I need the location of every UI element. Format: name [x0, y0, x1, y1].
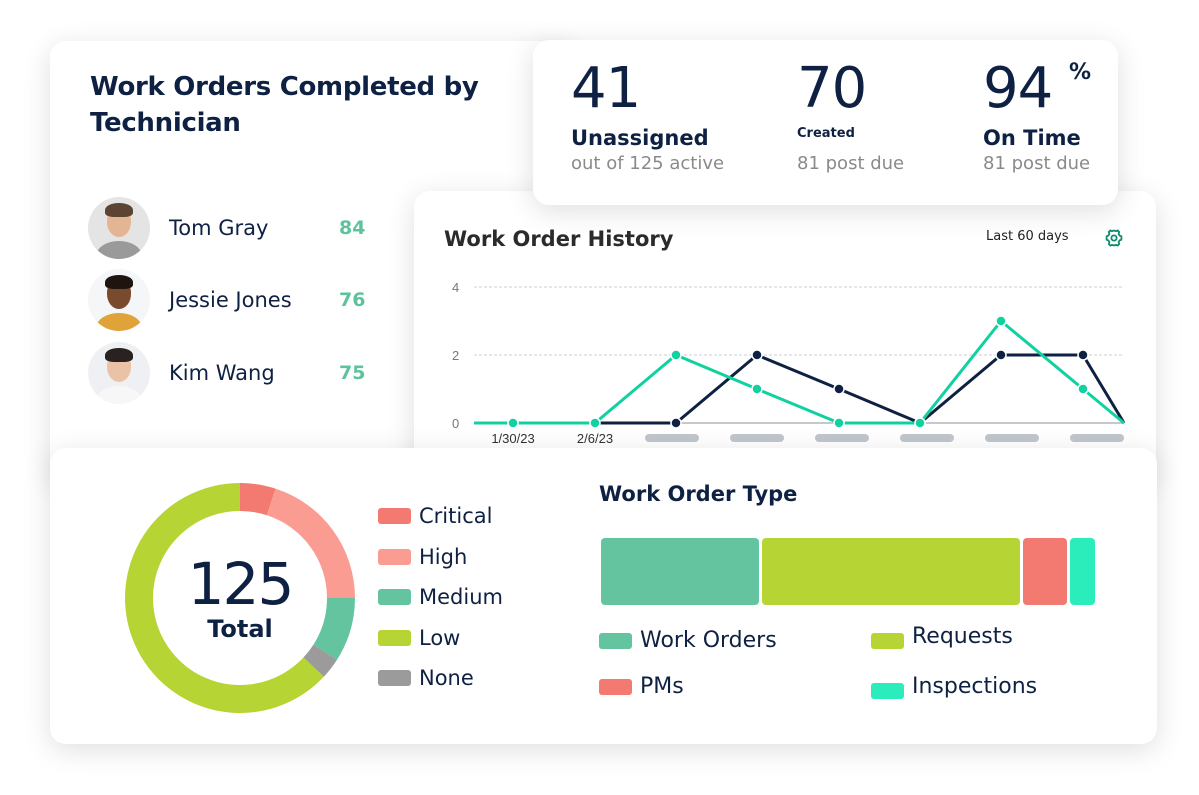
legend-label: None: [419, 666, 474, 691]
bar-segment-inspections[interactable]: [1070, 538, 1095, 605]
technician-name: Jessie Jones: [169, 288, 292, 312]
priority-and-type-card: 125 Total Critical High Medium Low None Work…: [50, 448, 1157, 744]
stat-label: Unassigned: [571, 126, 709, 150]
x-tick-label: 2/6/23: [577, 431, 613, 446]
gear-icon[interactable]: [1104, 228, 1124, 248]
stat-unassigned: 41 Unassigned out of 125 active: [571, 54, 724, 176]
series-teal-point: [670, 349, 682, 361]
legend-item-work-orders[interactable]: Work Orders: [599, 628, 777, 653]
donut-total-label: Total: [207, 615, 273, 643]
y-tick-label: 2: [452, 348, 459, 363]
legend-item-inspections[interactable]: Inspections: [871, 674, 1037, 699]
work-order-type-bar: [601, 538, 1095, 605]
stat-created: 70 Created 81 post due: [797, 54, 904, 176]
series-navy-point: [995, 349, 1007, 361]
stat-value: 70: [797, 56, 867, 121]
series-teal-point: [1077, 383, 1089, 395]
technician-name: Kim Wang: [169, 361, 275, 385]
bar-segment-requests[interactable]: [762, 538, 1020, 605]
donut-center: 125 Total: [120, 478, 360, 718]
legend-label: Critical: [419, 504, 493, 529]
bar-segment-work-orders[interactable]: [601, 538, 760, 605]
legend-label: PMs: [640, 674, 684, 699]
stat-subtext: out of 125 active: [571, 153, 725, 174]
stat-on-time: 94 % On Time 81 post due: [983, 54, 1092, 176]
legend-label: Work Orders: [640, 628, 777, 653]
series-navy-point: [1077, 349, 1089, 361]
stat-label: On Time: [983, 126, 1081, 150]
legend-item-none[interactable]: None: [378, 658, 503, 699]
technician-row[interactable]: Kim Wang 75: [88, 341, 388, 405]
series-teal-point: [914, 417, 926, 429]
technician-count: 76: [339, 289, 366, 311]
technician-row[interactable]: Jessie Jones 76: [88, 268, 388, 332]
technician-row[interactable]: Tom Gray 84: [88, 196, 388, 260]
legend-swatch: [378, 670, 411, 687]
legend-swatch: [378, 589, 411, 606]
bar-segment-pms[interactable]: [1022, 538, 1068, 605]
legend-swatch: [378, 508, 411, 525]
legend-swatch: [871, 682, 904, 699]
legend-item-pms[interactable]: PMs: [599, 674, 684, 699]
legend-item-medium[interactable]: Medium: [378, 577, 503, 618]
legend-item-low[interactable]: Low: [378, 618, 503, 659]
series-teal-point: [507, 417, 519, 429]
series-teal-point: [589, 417, 601, 429]
legend-label: Inspections: [912, 674, 1038, 699]
donut-total-value: 125: [187, 550, 295, 618]
legend-item-requests[interactable]: Requests: [871, 624, 1013, 649]
technician-name: Tom Gray: [169, 216, 269, 240]
stat-label: Created: [797, 126, 855, 141]
percent-sign: %: [1069, 60, 1092, 85]
technician-card-title: Work Orders Completed by Technician: [90, 72, 479, 138]
work-order-history-card: 0 2 4 1/30/23 2/6/23 Work Order History Last…: [414, 191, 1156, 481]
legend-label: Low: [419, 625, 461, 650]
stat-value: 94: [983, 56, 1053, 121]
x-tick-placeholder: [730, 434, 784, 442]
stat-subtext: 81 post due: [797, 153, 905, 174]
stat-value: 41: [571, 56, 641, 121]
work-order-type-legend: Work Orders Requests PMs Inspections: [599, 624, 1099, 708]
work-order-type-title: Work Order Type: [599, 482, 798, 506]
priority-legend: Critical High Medium Low None: [378, 496, 503, 699]
stats-card: 41 Unassigned out of 125 active 70 Creat…: [533, 40, 1118, 205]
x-tick-placeholder: [1070, 434, 1124, 442]
legend-swatch: [378, 629, 411, 646]
stat-subtext: 81 post due: [983, 153, 1091, 174]
x-tick-placeholder: [985, 434, 1039, 442]
series-teal-point: [995, 315, 1007, 327]
legend-swatch: [599, 678, 632, 695]
series-navy-point: [670, 417, 682, 429]
x-tick-placeholder: [815, 434, 869, 442]
legend-swatch: [599, 632, 632, 649]
legend-label: High: [419, 544, 468, 569]
history-title: Work Order History: [444, 227, 674, 251]
avatar: [88, 197, 150, 259]
date-range-selector[interactable]: Last 60 days: [986, 229, 1069, 244]
x-tick-placeholder: [900, 434, 954, 442]
legend-label: Requests: [912, 624, 1013, 649]
legend-item-critical[interactable]: Critical: [378, 496, 503, 537]
y-tick-label: 4: [452, 280, 459, 295]
avatar: [88, 269, 150, 331]
legend-label: Medium: [419, 585, 503, 610]
technician-count: 84: [339, 217, 366, 239]
x-tick-placeholder: [645, 434, 699, 442]
legend-item-high[interactable]: High: [378, 537, 503, 578]
series-navy-point: [833, 383, 845, 395]
series-navy-line: [595, 353, 1126, 425]
series-navy-point: [751, 349, 763, 361]
legend-swatch: [378, 548, 411, 565]
series-teal-point: [751, 383, 763, 395]
legend-swatch: [871, 632, 904, 649]
x-tick-label: 1/30/23: [491, 431, 534, 446]
avatar: [88, 342, 150, 404]
series-teal-point: [833, 417, 845, 429]
y-tick-label: 0: [452, 416, 459, 431]
technician-count: 75: [339, 362, 366, 384]
